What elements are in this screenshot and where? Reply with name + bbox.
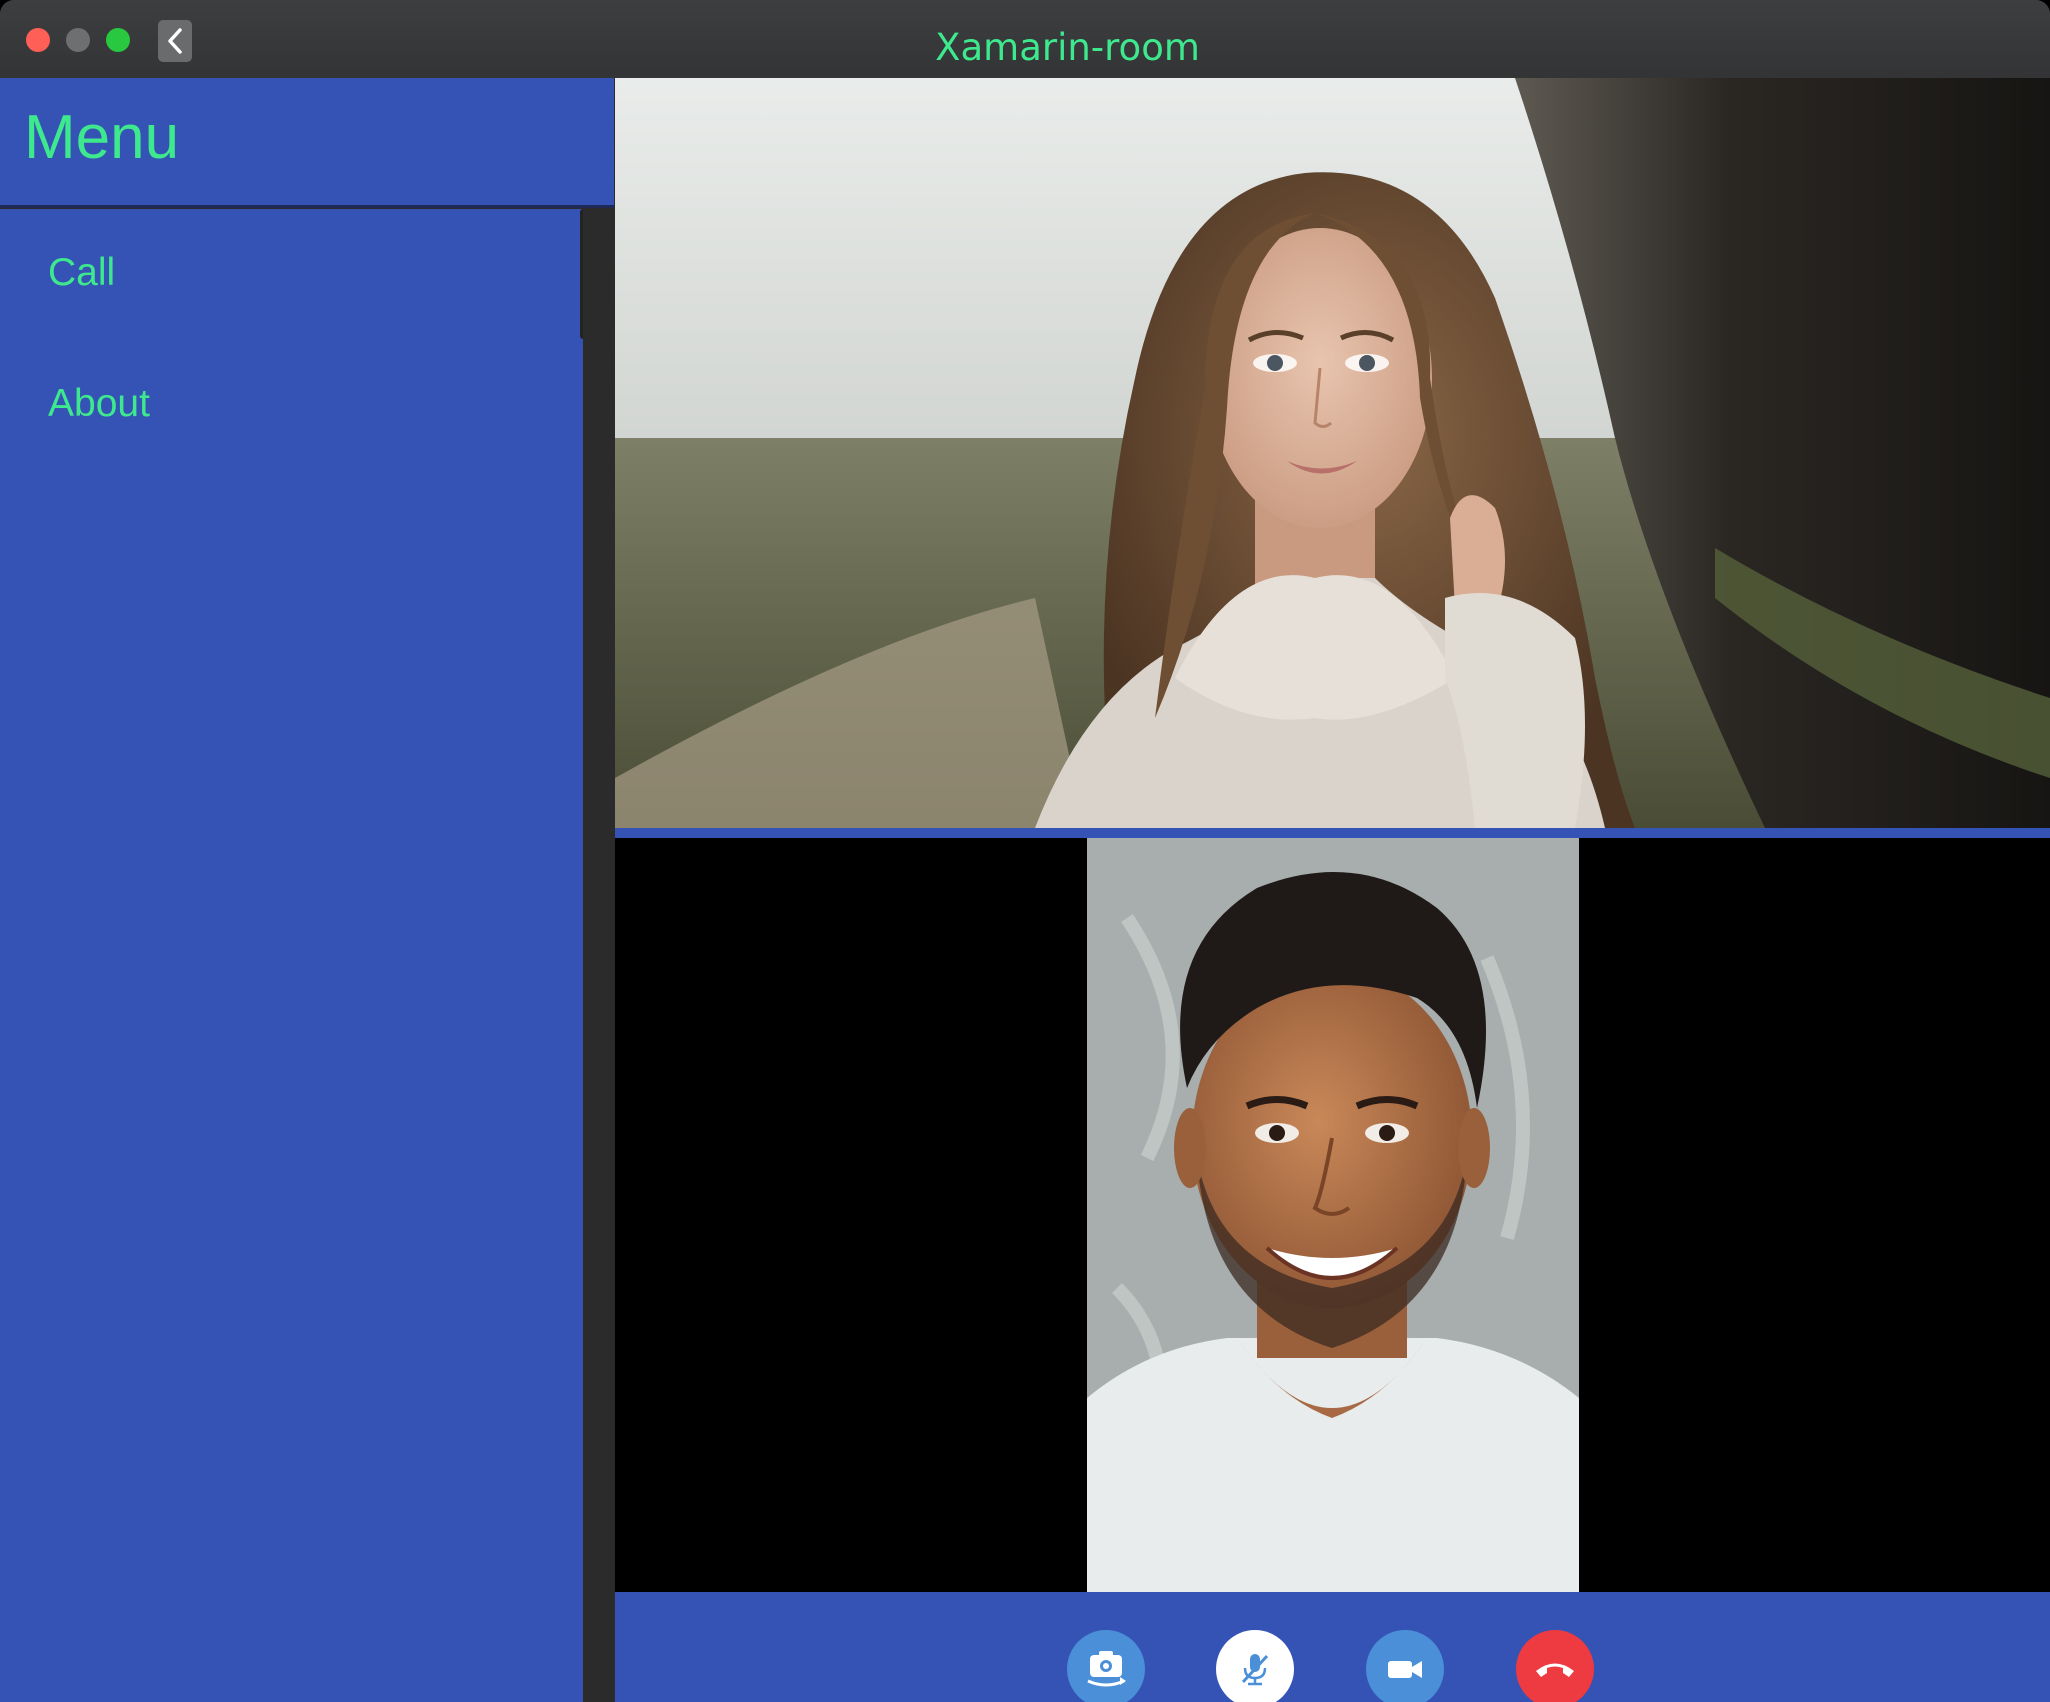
video-separator (615, 828, 2050, 838)
switch-camera-icon (1087, 1651, 1126, 1687)
remote-participant-woman (615, 78, 2050, 828)
hang-up-icon (1536, 1663, 1574, 1677)
menu-list: Call About (0, 209, 583, 1702)
hang-up-button[interactable] (1516, 1630, 1594, 1702)
remote-video (615, 78, 2050, 828)
menu-item-label: About (48, 382, 150, 425)
menu-item-about[interactable]: About (0, 340, 583, 468)
toggle-video-button[interactable] (1366, 1630, 1444, 1702)
title-bar: Xamarin-room (0, 0, 2050, 79)
sidebar-divider[interactable] (583, 209, 615, 1702)
menu-item-label: Call (48, 251, 116, 294)
mute-microphone-button[interactable] (1216, 1630, 1294, 1702)
video-camera-icon (1388, 1661, 1422, 1678)
mute-microphone-icon (1241, 1654, 1269, 1686)
menu-header: Menu (0, 78, 614, 208)
sidebar: Menu Call About (0, 78, 615, 1702)
menu-title: Menu (24, 103, 180, 172)
menu-item-call[interactable]: Call (0, 209, 583, 337)
local-video (615, 838, 2050, 1592)
app-window: Xamarin-room Menu Call About (0, 0, 2050, 1702)
local-participant-man (1087, 838, 1579, 1592)
call-controls-bar (615, 1592, 2050, 1702)
local-video-frame (1087, 838, 1579, 1592)
window-title: Xamarin-room (935, 26, 1200, 69)
call-view (615, 78, 2050, 1702)
switch-camera-button[interactable] (1067, 1630, 1145, 1702)
